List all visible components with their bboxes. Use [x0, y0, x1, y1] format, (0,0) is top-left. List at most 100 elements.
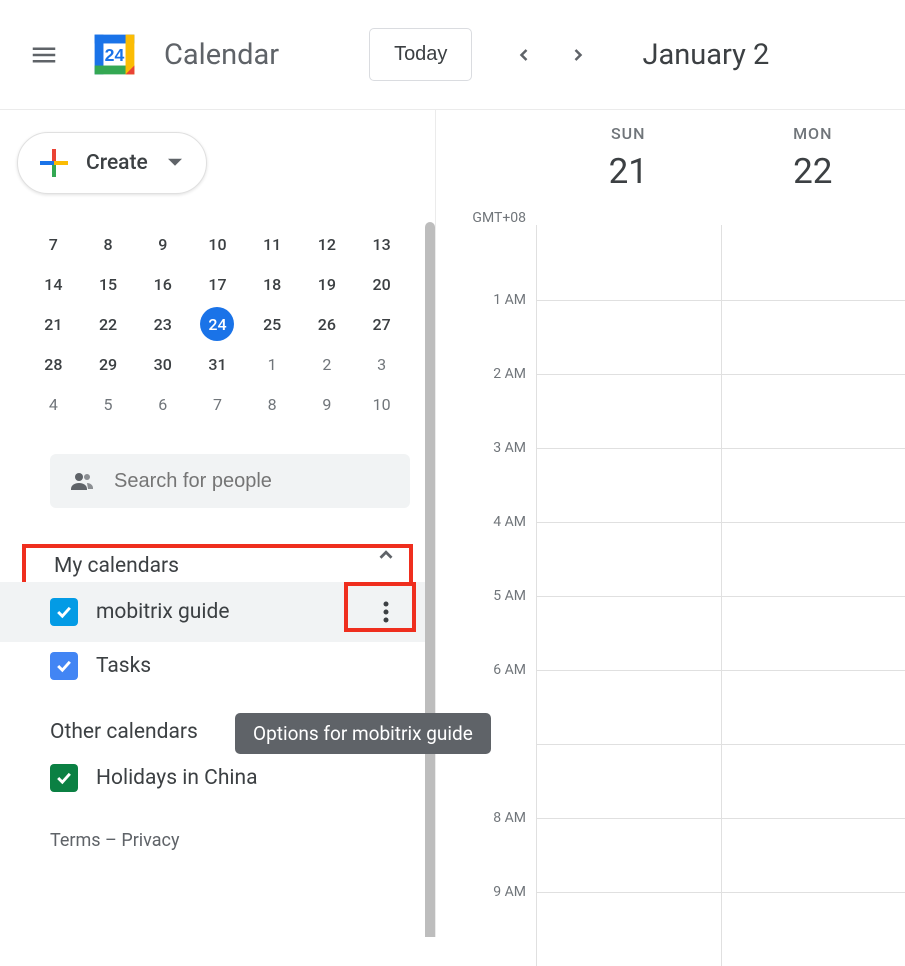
- mini-cal-day[interactable]: 2: [300, 344, 355, 384]
- terms-link[interactable]: Terms: [50, 830, 101, 851]
- create-label: Create: [86, 151, 148, 175]
- time-slot[interactable]: [536, 449, 721, 522]
- next-period-button[interactable]: [554, 31, 602, 79]
- hour-label: 5 AM: [436, 588, 536, 662]
- today-button[interactable]: Today: [369, 28, 472, 81]
- mini-calendar: 7891011121314151617181920212223242526272…: [0, 224, 435, 424]
- mini-cal-day[interactable]: 4: [26, 384, 81, 424]
- mini-cal-day[interactable]: 31: [190, 344, 245, 384]
- mini-cal-day[interactable]: 25: [245, 304, 300, 344]
- day-column-header[interactable]: SUN 21: [536, 110, 721, 226]
- mini-cal-day[interactable]: 26: [300, 304, 355, 344]
- time-slot[interactable]: [536, 226, 721, 300]
- time-slot[interactable]: [721, 301, 905, 374]
- mini-cal-day[interactable]: 29: [81, 344, 136, 384]
- check-icon: [54, 768, 74, 788]
- day-column-header[interactable]: MON22: [721, 110, 905, 226]
- day-name: SUN: [536, 124, 721, 143]
- mini-cal-day[interactable]: 22: [81, 304, 136, 344]
- people-icon: [68, 469, 96, 493]
- mini-cal-day[interactable]: 12: [300, 224, 355, 264]
- create-button[interactable]: Create: [17, 132, 207, 194]
- time-slot[interactable]: [721, 226, 905, 300]
- mini-cal-day[interactable]: 20: [354, 264, 409, 304]
- mini-cal-day[interactable]: 5: [81, 384, 136, 424]
- mini-cal-day[interactable]: 30: [135, 344, 190, 384]
- hour-label: 1 AM: [436, 292, 536, 366]
- mini-cal-day[interactable]: 3: [354, 344, 409, 384]
- my-calendars-title: My calendars: [54, 554, 179, 578]
- time-slot[interactable]: [721, 893, 905, 966]
- prev-period-button[interactable]: [500, 31, 548, 79]
- app-header: 24 Calendar Today January 2: [0, 0, 905, 110]
- mini-cal-day[interactable]: 15: [81, 264, 136, 304]
- day-number: 21: [536, 151, 721, 192]
- mini-cal-day[interactable]: 1: [245, 344, 300, 384]
- calendar-item[interactable]: Tasks: [0, 642, 435, 690]
- mini-cal-day[interactable]: 9: [300, 384, 355, 424]
- privacy-link[interactable]: Privacy: [121, 830, 179, 851]
- chevron-right-icon: [568, 45, 588, 65]
- main-menu-button[interactable]: [20, 31, 68, 79]
- check-icon: [54, 602, 74, 622]
- calendar-checkbox[interactable]: [50, 652, 78, 680]
- time-slot[interactable]: [721, 449, 905, 522]
- mini-cal-day[interactable]: 17: [190, 264, 245, 304]
- time-slot[interactable]: [721, 819, 905, 892]
- mini-cal-day[interactable]: 23: [135, 304, 190, 344]
- mini-cal-day[interactable]: 21: [26, 304, 81, 344]
- mini-cal-day[interactable]: 7: [26, 224, 81, 264]
- timezone-label: GMT+08: [436, 110, 536, 226]
- plus-multicolor-icon: [36, 145, 72, 181]
- week-grid: GMT+08 SUN21MON22 1 AM2 AM3 AM4 AM5 AM6 …: [435, 110, 905, 937]
- time-slot[interactable]: [721, 745, 905, 818]
- calendar-label: mobitrix guide: [96, 600, 229, 624]
- calendar-checkbox[interactable]: [50, 764, 78, 792]
- search-people-input[interactable]: [114, 470, 392, 493]
- time-slot[interactable]: [536, 301, 721, 374]
- time-slot[interactable]: [721, 671, 905, 744]
- time-slot[interactable]: [721, 375, 905, 448]
- mini-cal-day[interactable]: 8: [245, 384, 300, 424]
- mini-cal-day[interactable]: 18: [245, 264, 300, 304]
- time-slot[interactable]: [536, 523, 721, 596]
- mini-cal-day[interactable]: 13: [354, 224, 409, 264]
- calendar-item[interactable]: mobitrix guide: [0, 582, 435, 642]
- calendar-options-button[interactable]: [361, 592, 411, 632]
- search-people[interactable]: [50, 454, 410, 508]
- calendar-item[interactable]: Holidays in China: [0, 754, 435, 802]
- time-slot[interactable]: [536, 597, 721, 670]
- mini-cal-day[interactable]: 6: [135, 384, 190, 424]
- sidebar-scrollbar[interactable]: [425, 222, 435, 937]
- other-calendars-title: Other calendars: [50, 720, 198, 744]
- mini-cal-day[interactable]: 7: [190, 384, 245, 424]
- mini-cal-day[interactable]: 16: [135, 264, 190, 304]
- chevron-up-icon[interactable]: [375, 544, 397, 566]
- time-slot[interactable]: [536, 671, 721, 744]
- calendar-logo-icon: 24: [88, 28, 141, 81]
- hour-label: 3 AM: [436, 440, 536, 514]
- calendar-checkbox[interactable]: [50, 598, 78, 626]
- time-slot[interactable]: [536, 375, 721, 448]
- mini-cal-day[interactable]: 14: [26, 264, 81, 304]
- mini-cal-day[interactable]: 10: [190, 224, 245, 264]
- time-slot[interactable]: [721, 523, 905, 596]
- mini-cal-day[interactable]: 9: [135, 224, 190, 264]
- footer-links: Terms – Privacy: [0, 830, 435, 851]
- mini-cal-day[interactable]: 28: [26, 344, 81, 384]
- app-title: Calendar: [164, 38, 279, 72]
- mini-cal-day[interactable]: 10: [354, 384, 409, 424]
- dropdown-triangle-icon: [168, 156, 182, 170]
- time-slot[interactable]: [536, 745, 721, 818]
- mini-cal-day[interactable]: 27: [354, 304, 409, 344]
- mini-cal-day[interactable]: 24: [190, 304, 245, 344]
- mini-cal-day[interactable]: 8: [81, 224, 136, 264]
- mini-cal-day[interactable]: 11: [245, 224, 300, 264]
- mini-cal-day[interactable]: 19: [300, 264, 355, 304]
- time-slot[interactable]: [536, 893, 721, 966]
- time-slot[interactable]: [536, 819, 721, 892]
- time-slot[interactable]: [721, 597, 905, 670]
- sidebar: Create 789101112131415161718192021222324…: [0, 110, 435, 937]
- check-icon: [54, 656, 74, 676]
- chevron-left-icon: [514, 45, 534, 65]
